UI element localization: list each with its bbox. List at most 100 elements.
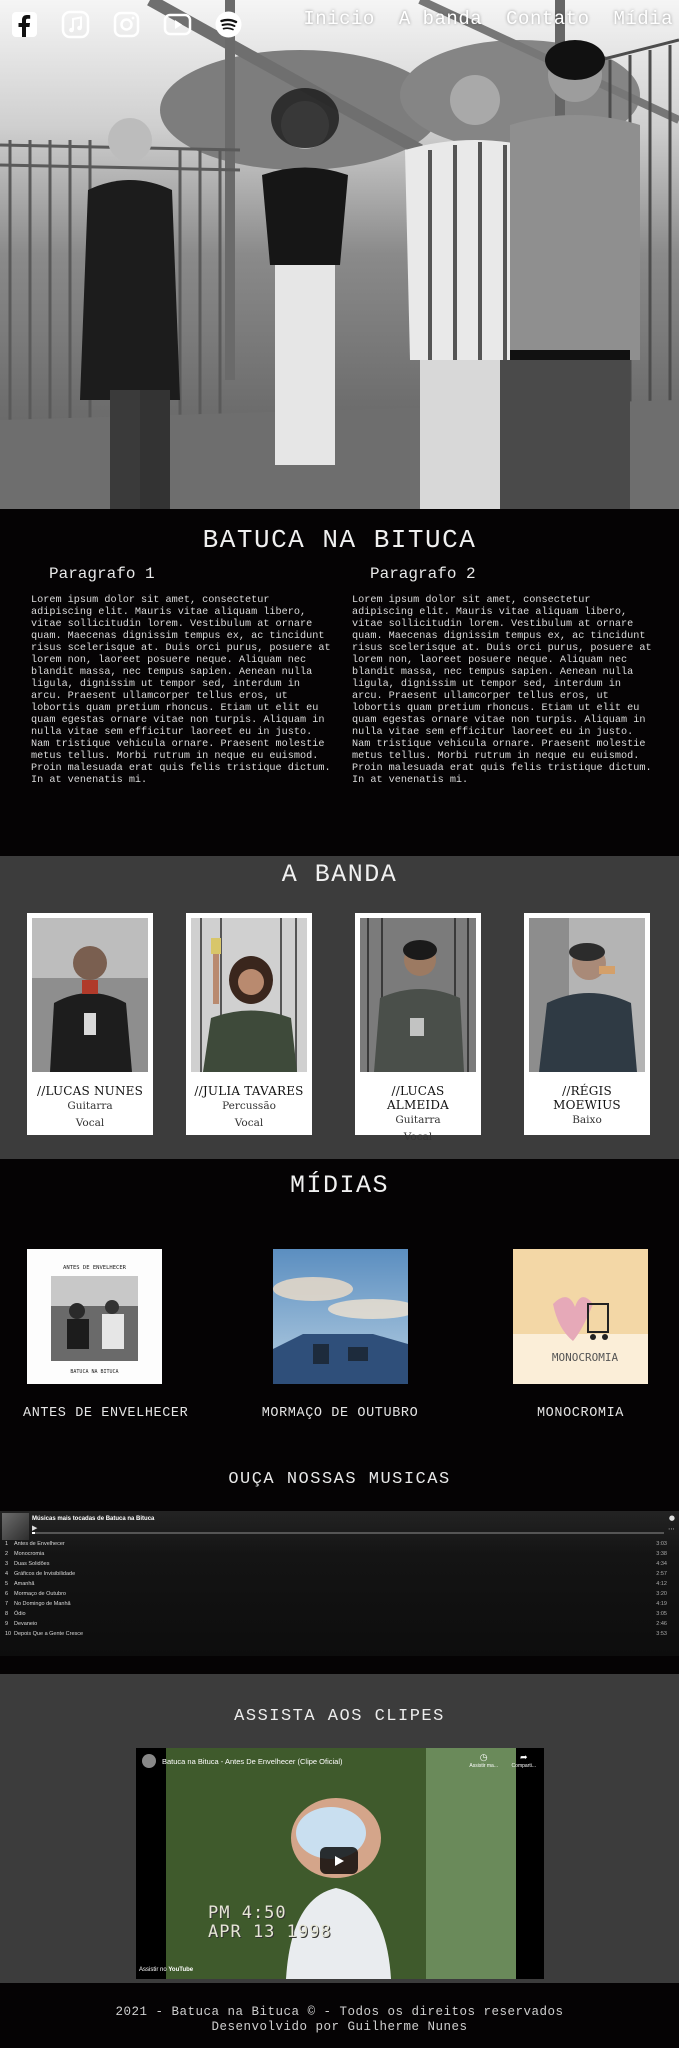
youtube-icon[interactable] [163,10,192,39]
channel-avatar[interactable] [142,1754,156,1768]
member-photo [191,918,307,1072]
track-row[interactable]: 5 Amanhã 4:12 [0,1581,679,1590]
album-cover[interactable]: ANTES DE ENVELHECER BATUCA NA BITUCA [26,1249,162,1384]
band-section: A BANDA //LUCAS NUNES Guitarra Vocal //J… [0,856,679,1159]
social-links [10,10,243,39]
track-row[interactable]: 8 Ódio 3:05 [0,1611,679,1620]
track-duration: 2:57 [656,1571,667,1577]
nav-link-a-banda[interactable]: A banda [399,8,482,30]
track-name: Devaneio [14,1621,38,1627]
track-name: Mormaço de Outubro [14,1591,66,1597]
spotify-icon[interactable] [214,10,243,39]
album-item[interactable]: ANTES DE ENVELHECER BATUCA NA BITUCA ANT… [23,1249,189,1421]
play-icon[interactable]: ▶ [32,1524,37,1532]
member-card: //RÉGIS MOEWIUS Baixo [524,913,650,1135]
track-duration: 4:12 [656,1581,667,1587]
track-duration: 3:20 [656,1591,667,1597]
track-duration: 4:19 [656,1601,667,1607]
member-card: //LUCAS NUNES Guitarra Vocal [27,913,153,1135]
track-row[interactable]: 2 Monocromia 3:38 [0,1551,679,1560]
youtube-embed[interactable]: Batuca na Bituca - Antes De Envelhecer (… [136,1748,544,1979]
track-duration: 2:46 [656,1621,667,1627]
album-cover[interactable] [272,1249,418,1384]
developer-credit: Desenvolvido por Guilherme Nunes [211,2020,468,2034]
main-nav: Inicio A banda Contato Mídia [303,8,673,30]
album-cover-title: MONOCROMIA [552,1351,619,1364]
watch-on-youtube[interactable]: Assistir no YouTube [139,1967,193,1973]
member-photo [529,918,645,1072]
album-item[interactable]: MORMAÇO DE OUTUBRO [260,1249,420,1421]
track-number: 7 [5,1601,9,1607]
media-section: MÍDIAS ANTES DE ENVELHECER BATUCA NA BIT… [0,1159,679,1429]
band-title: BATUCA NA BITUCA [202,525,477,555]
member-role: Baixo [572,1114,602,1126]
member-name: //RÉGIS MOEWIUS [553,1084,621,1112]
facebook-icon[interactable] [10,10,39,39]
track-number: 5 [5,1581,9,1587]
listen-section: OUÇA NOSSAS MUSICAS Músicas mais tocadas… [0,1429,679,1674]
listen-section-title: OUÇA NOSSAS MUSICAS [228,1470,451,1489]
playlist-thumbnail [2,1513,29,1540]
play-button[interactable] [320,1847,358,1874]
watch-on-label: Assistir no [139,1967,167,1973]
spotify-player[interactable]: Músicas mais tocadas de Batuca na Bituca… [0,1511,679,1656]
track-duration: 4:34 [656,1561,667,1567]
videos-section: ASSISTA AOS CLIPES Batuca na Bituca - An… [0,1674,679,1983]
track-name: No Domingo de Manhã [14,1601,71,1607]
track-number: 8 [5,1611,9,1617]
album-title: ANTES DE ENVELHECER [23,1406,189,1421]
track-duration: 3:05 [656,1611,667,1617]
member-card: //LUCAS ALMEIDA Guitarra Vocal [355,913,481,1143]
play-icon [335,1855,344,1866]
paragraph-1: Paragrafo 1 Lorem ipsum dolor sit amet, … [31,565,331,787]
member-role: Vocal [75,1117,105,1129]
album-title: MONOCROMIA [536,1406,624,1421]
track-number: 6 [5,1591,9,1597]
album-title: MORMAÇO DE OUTUBRO [261,1406,419,1421]
video-title[interactable]: Batuca na Bituca - Antes De Envelhecer (… [162,1757,343,1766]
track-row[interactable]: 3 Duas Solidões 4:34 [0,1561,679,1570]
track-name: Duas Solidões [14,1561,50,1567]
instagram-icon[interactable] [112,10,141,39]
member-role: Percussão [222,1100,276,1112]
member-role: Guitarra [395,1114,441,1126]
member-name: //LUCAS ALMEIDA [386,1084,450,1112]
track-name: Antes de Envelhecer [14,1541,65,1547]
track-number: 9 [5,1621,9,1627]
album-item[interactable]: MONOCROMIA MONOCROMIA [513,1249,648,1421]
album-cover-title: ANTES DE ENVELHECER [63,1265,127,1271]
member-photo [32,918,148,1072]
spotify-logo-icon[interactable]: ● [669,1514,675,1522]
music-icon[interactable] [61,10,90,39]
track-name: Gráficos de Invisibilidade [14,1571,76,1577]
track-row[interactable]: 1 Antes de Envelhecer 3:03 [0,1541,679,1550]
paragraph-2-text: Lorem ipsum dolor sit amet, consectetur … [352,595,652,786]
member-name: //LUCAS NUNES [36,1084,144,1098]
track-number: 1 [5,1541,9,1547]
more-icon[interactable]: ⋯ [668,1525,675,1533]
track-number: 2 [5,1551,9,1557]
track-duration: 3:03 [656,1541,667,1547]
track-row[interactable]: 10 Depois Que a Gente Cresce 3:53 [0,1631,679,1640]
video-timestamp-date: APR 13 1998 [208,1922,332,1942]
media-section-title: MÍDIAS [289,1171,389,1200]
member-role: Vocal [403,1131,433,1143]
track-number: 10 [5,1631,12,1637]
track-number: 4 [5,1571,9,1577]
track-row[interactable]: 6 Mormaço de Outubro 3:20 [0,1591,679,1600]
nav-link-contato[interactable]: Contato [506,8,589,30]
playlist-title[interactable]: Músicas mais tocadas de Batuca na Bituca [32,1516,154,1522]
paragraph-1-text: Lorem ipsum dolor sit amet, consectetur … [31,595,331,786]
youtube-logo: YouTube [168,1967,194,1973]
track-duration: 3:53 [656,1631,667,1637]
track-name: Depois Que a Gente Cresce [14,1631,84,1637]
nav-link-inicio[interactable]: Inicio [303,8,374,30]
video-timestamp: PM 4:50 APR 13 1998 [208,1904,332,1942]
progress-bar[interactable] [32,1532,664,1534]
track-row[interactable]: 7 No Domingo de Manhã 4:19 [0,1601,679,1610]
album-cover[interactable]: MONOCROMIA [513,1249,648,1384]
track-row[interactable]: 9 Devaneio 2:46 [0,1621,679,1630]
nav-link-midia[interactable]: Mídia [613,8,673,30]
member-card: //JULIA TAVARES Percussão Vocal [186,913,312,1135]
track-row[interactable]: 4 Gráficos de Invisibilidade 2:57 [0,1571,679,1580]
